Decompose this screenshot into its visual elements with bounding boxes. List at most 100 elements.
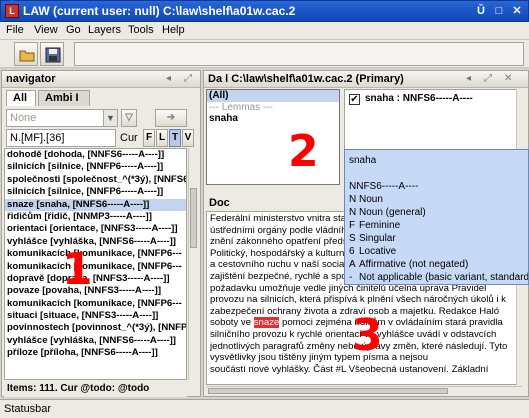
pin-icon[interactable]: ◂ <box>466 73 471 84</box>
cur-label: Cur <box>120 132 138 144</box>
toolbar <box>0 40 529 68</box>
doc-line: provozu na silnicích, která přispívá k p… <box>210 294 506 306</box>
tooltip-code: S <box>349 233 356 244</box>
document-hscrollbar[interactable] <box>206 386 522 395</box>
title-bar: L LAW (current user: null) C:\law\shelf\… <box>0 0 529 22</box>
folder-icon <box>19 50 35 62</box>
query-input[interactable]: N.[MF].[36] <box>6 129 116 147</box>
lemma-item[interactable]: snaha <box>207 113 339 125</box>
flag-f-button[interactable]: F <box>143 129 155 147</box>
annotation-number-3: 3 <box>352 310 383 361</box>
lemma-list[interactable]: (All) --- Lemmas --- snaha <box>206 89 340 185</box>
scroll-thumb[interactable] <box>208 388 448 394</box>
expand-icon[interactable]: ⤢ <box>484 73 492 84</box>
arrow-right-icon: ➔ <box>166 112 176 123</box>
list-item[interactable]: dohodě [dohoda, [NNFS6-----A----]] <box>5 149 186 161</box>
tooltip-lemma: snaha <box>349 155 377 166</box>
list-item[interactable]: společnosti [společnost_^(*3ý), [NNFS6 <box>5 174 186 186</box>
list-item[interactable]: orientaci [orientace, [NNFS3-----A----]] <box>5 223 186 235</box>
chevron-down-icon: ▼ <box>103 110 117 126</box>
list-item[interactable]: dopravě [doprava, [NNFS3-----A----]] <box>5 273 186 285</box>
pin-icon[interactable]: ◂ <box>166 73 171 84</box>
menu-tools[interactable]: Tools <box>128 24 154 36</box>
list-item[interactable] <box>5 360 186 372</box>
annotation-number-1: 1 <box>62 244 93 295</box>
tooltip-code: - <box>349 272 353 283</box>
navigator-header: navigator ◂ ⤢ <box>2 71 200 88</box>
tooltip-code: N <box>349 194 357 205</box>
lemma-separator: --- Lemmas --- <box>209 101 273 113</box>
list-item[interactable]: komunikacích [komunikace, [NNFP6--- <box>5 248 186 260</box>
list-item[interactable]: povaze [povaha, [NNFS3-----A----]] <box>5 285 186 297</box>
doc-line: součástí nové vyhlášky. Část #L Všeobecn… <box>210 363 489 375</box>
go-to-button[interactable]: ➔ <box>155 109 187 127</box>
list-item[interactable]: komunikacích [komunikace, [NNFP6--- <box>5 261 186 273</box>
list-item[interactable]: komunikacích [komunikace, [NNFP6--- <box>5 298 186 310</box>
tooltip-tag: NNFS6-----A---- <box>349 181 419 192</box>
menu-file[interactable]: File <box>6 24 24 36</box>
tooltip-description: Not applicable (basic variant, standard … <box>359 272 529 283</box>
query-value: N.[MF].[36] <box>10 132 65 144</box>
document-title: Da l C:\law\shelf\a01w.cac.2 (Primary) <box>208 73 404 85</box>
navigator-list[interactable]: dohodě [dohoda, [NNFS6-----A----]] silni… <box>4 148 187 380</box>
document-header: Da l C:\law\shelf\a01w.cac.2 (Primary) ◂… <box>204 71 528 88</box>
tooltip-code: F <box>349 220 356 231</box>
list-item-selected[interactable]: snaze [snaha, [NNFS6-----A----]] <box>5 198 186 211</box>
doc-text-fragment: soboty ve <box>210 317 254 329</box>
menu-bar: File View Go Layers Tools Help <box>0 22 529 40</box>
toolbar-search-field[interactable] <box>74 42 524 66</box>
tag-tooltip: snaha NNFS6-----A---- N Noun N Noun (genera… <box>344 149 529 285</box>
tooltip-code: A <box>349 259 356 270</box>
list-item[interactable]: vyhlášce [vyhláška, [NNFS6-----A----]] <box>5 236 186 248</box>
open-folder-button[interactable] <box>14 42 38 66</box>
flag-l-button[interactable]: L <box>156 129 168 147</box>
list-item[interactable]: řidičům [řidič, [NNMP3-----A----]] <box>5 211 186 223</box>
doc-text-fragment: pomoci zejména řidičům v ovládaíním star… <box>279 317 503 329</box>
tooltip-description: Affirmative (not negated) <box>359 259 469 270</box>
filter-funnel-button[interactable]: ▽ <box>121 109 137 127</box>
close-panel-icon[interactable]: ✕ <box>504 73 512 84</box>
menu-go[interactable]: Go <box>66 24 81 36</box>
tag-label: snaha : NNFS6-----A---- <box>365 93 473 104</box>
save-button[interactable] <box>40 42 64 66</box>
save-icon <box>45 47 61 63</box>
lemma-item-all[interactable]: (All) <box>207 90 339 102</box>
tab-all[interactable]: All <box>6 90 36 106</box>
tag-checkbox[interactable]: ✔ <box>349 94 360 105</box>
tooltip-description: Noun <box>359 194 383 205</box>
highlighted-word[interactable]: snaze <box>253 317 280 329</box>
list-item[interactable]: silnicích [silnice, [NNFP6-----A----]] <box>5 186 186 198</box>
menu-help[interactable]: Help <box>162 24 185 36</box>
flag-t-button[interactable]: T <box>169 129 181 147</box>
close-icon[interactable]: ✕ <box>509 4 525 18</box>
tab-ambi[interactable]: Ambi I <box>38 90 90 106</box>
doc-label: Doc <box>209 197 230 209</box>
tooltip-code: 6 <box>349 246 355 257</box>
list-item[interactable]: vyhlášce [vyhláška, [NNFS6-----A----]] <box>5 335 186 347</box>
filter-select[interactable]: None ▼ <box>6 109 118 127</box>
expand-icon[interactable]: ⤢ <box>184 73 192 84</box>
list-item[interactable]: silnicích [silnice, [NNFP6-----A----]] <box>5 161 186 173</box>
tooltip-description: Feminine <box>359 220 401 231</box>
status-text: Statusbar <box>4 403 52 415</box>
status-bar: Statusbar <box>0 399 529 418</box>
filter-select-value: None <box>10 112 37 124</box>
minimize-icon[interactable]: Ǔ <box>473 4 489 18</box>
app-icon: L <box>5 4 19 18</box>
tooltip-description: Singular <box>359 233 396 244</box>
funnel-icon: ▽ <box>125 112 133 123</box>
list-item[interactable]: povinnostech [povinnost_^(*3ý), [NNFP6 <box>5 322 186 334</box>
flag-v-button[interactable]: V <box>182 129 194 147</box>
list-item[interactable]: příloze [příloha, [NNFS6-----A----]] <box>5 347 186 359</box>
list-item[interactable]: situaci [situace, [NNFS3-----A----]] <box>5 310 186 322</box>
navigator-scrollbar[interactable] <box>188 148 198 380</box>
scroll-thumb[interactable] <box>190 188 197 248</box>
tooltip-description: Noun (general) <box>359 207 426 218</box>
tooltip-code: N <box>349 207 357 218</box>
maximize-icon[interactable]: □ <box>491 4 507 18</box>
window-title: LAW (current user: null) C:\law\shelf\a0… <box>23 4 296 18</box>
navigator-title: navigator <box>6 73 56 85</box>
menu-layers[interactable]: Layers <box>88 24 121 36</box>
navigator-status: Items: 111. Cur @todo: @todo <box>4 381 187 397</box>
menu-view[interactable]: View <box>34 24 58 36</box>
